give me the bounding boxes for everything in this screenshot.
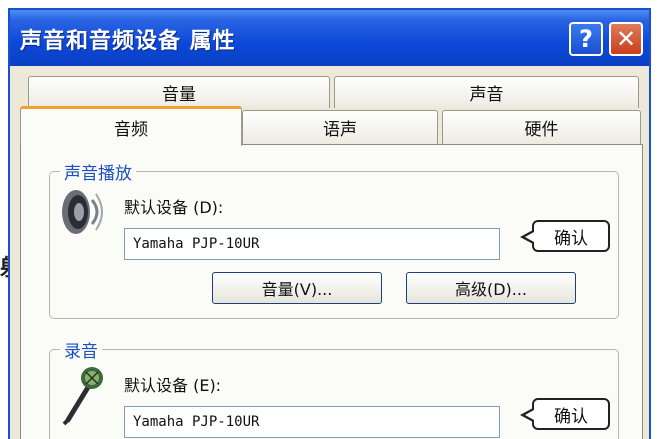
title-bar[interactable]: 声音和音频设备 属性 ? ✕ <box>10 10 649 66</box>
recording-group-label: 录音 <box>60 337 102 362</box>
close-icon: ✕ <box>615 25 637 53</box>
playback-device-select[interactable]: Yamaha PJP-10UR <box>124 228 500 260</box>
tab-strip: 音量 声音 语声 硬件 音频 <box>20 76 643 146</box>
microphone-icon <box>62 367 103 426</box>
tab-audio[interactable]: 音频 <box>20 106 242 146</box>
playback-group-label: 声音播放 <box>60 159 136 184</box>
help-button[interactable]: ? <box>569 22 603 56</box>
properties-dialog: 声音和音频设备 属性 ? ✕ 音量 声音 语声 硬件 音频 声音播放 默认设备 … <box>8 8 651 439</box>
help-icon: ? <box>579 25 593 53</box>
tab-voice[interactable]: 语声 <box>242 110 438 144</box>
close-button[interactable]: ✕ <box>609 22 643 56</box>
recording-default-device-label: 默认设备 (E): <box>124 376 222 395</box>
playback-confirm-callout: 确认 <box>520 220 610 252</box>
tab-sounds[interactable]: 声音 <box>334 76 639 108</box>
window-title: 声音和音频设备 属性 <box>20 29 236 54</box>
playback-default-device-label: 默认设备 (D): <box>124 198 224 217</box>
tab-panel-audio: 声音播放 默认设备 (D): Yamaha PJP-10UR 确认 音量(V).… <box>20 144 643 439</box>
advanced-button[interactable]: 高级(D)... <box>406 272 576 304</box>
recording-group: 录音 默认设备 (E): Yamaha PJP-10UR 确认 <box>49 337 619 439</box>
speaker-icon <box>62 190 103 234</box>
volume-button[interactable]: 音量(V)... <box>212 272 382 304</box>
recording-device-select[interactable]: Yamaha PJP-10UR <box>124 406 500 438</box>
tab-hardware[interactable]: 硬件 <box>442 110 641 144</box>
playback-group: 声音播放 默认设备 (D): Yamaha PJP-10UR 确认 音量(V).… <box>49 159 619 319</box>
recording-confirm-callout: 确认 <box>520 398 610 430</box>
tab-volume[interactable]: 音量 <box>28 76 330 108</box>
